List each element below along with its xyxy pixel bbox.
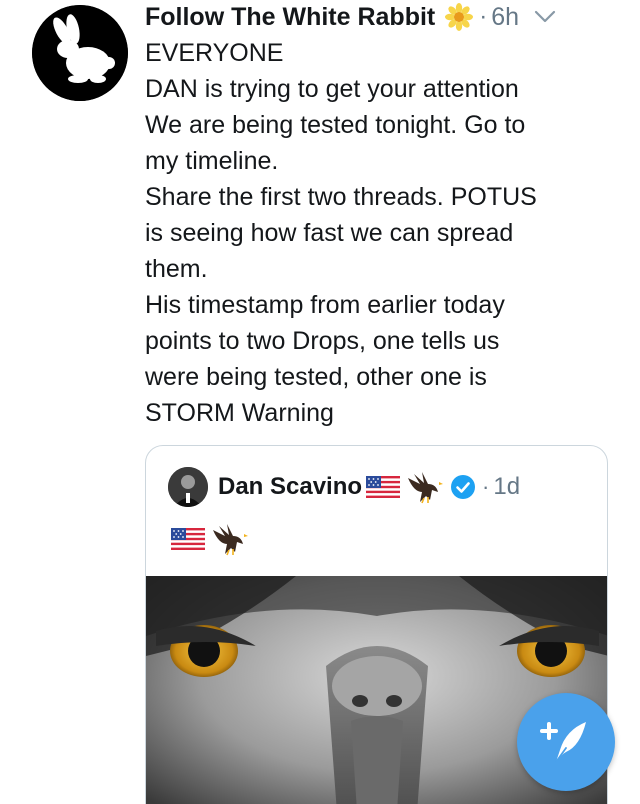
tweet-text-line: EVERYONE: [145, 39, 284, 67]
quoted-author-display-name[interactable]: Dan Scavino: [218, 473, 362, 501]
tweet-timestamp[interactable]: 6h: [491, 3, 519, 32]
tweet-text-line: them.: [145, 255, 208, 283]
quoted-tweet-text: [171, 522, 249, 556]
compose-tweet-button[interactable]: [517, 693, 615, 791]
eagle-emoji-icon: [211, 522, 249, 556]
tweet-text-line: were being tested, other one is: [145, 363, 487, 391]
compose-feather-icon: [540, 722, 586, 763]
verified-badge-icon: [450, 474, 476, 500]
tweet-text-line: Share the first two threads. POTUS: [145, 183, 537, 211]
tweet-text-line: is seeing how fast we can spread: [145, 219, 514, 247]
quoted-author-avatar[interactable]: [168, 467, 208, 507]
header-separator: ·: [479, 3, 488, 30]
us-flag-emoji-icon: [171, 528, 205, 550]
eagle-emoji-icon: [406, 470, 444, 504]
tweet-text-line: my timeline.: [145, 147, 279, 175]
tweet-text: EVERYONE DAN is trying to get your atten…: [145, 35, 615, 431]
white-rabbit-icon: [32, 5, 128, 101]
tweet-text-line: DAN is trying to get your attention: [145, 75, 519, 103]
chevron-down-icon[interactable]: [533, 9, 557, 25]
author-avatar[interactable]: [32, 5, 128, 101]
quoted-header-separator: ·: [482, 474, 490, 499]
tweet-text-line: STORM Warning: [145, 399, 334, 427]
us-flag-emoji-icon: [366, 476, 401, 498]
tweet-text-line: We are being tested tonight. Go to: [145, 111, 526, 139]
tweet-text-line: His timestamp from earlier today: [145, 291, 505, 319]
quoted-tweet-header: Dan Scavino · 1d: [168, 467, 520, 507]
tweet-header: Follow The White Rabbit · 6h: [145, 0, 625, 34]
author-display-name[interactable]: Follow The White Rabbit: [145, 3, 435, 32]
tweet-text-line: points to two Drops, one tells us: [145, 327, 500, 355]
quoted-tweet-timestamp[interactable]: 1d: [493, 473, 520, 501]
sunflower-emoji-icon: [445, 3, 474, 31]
